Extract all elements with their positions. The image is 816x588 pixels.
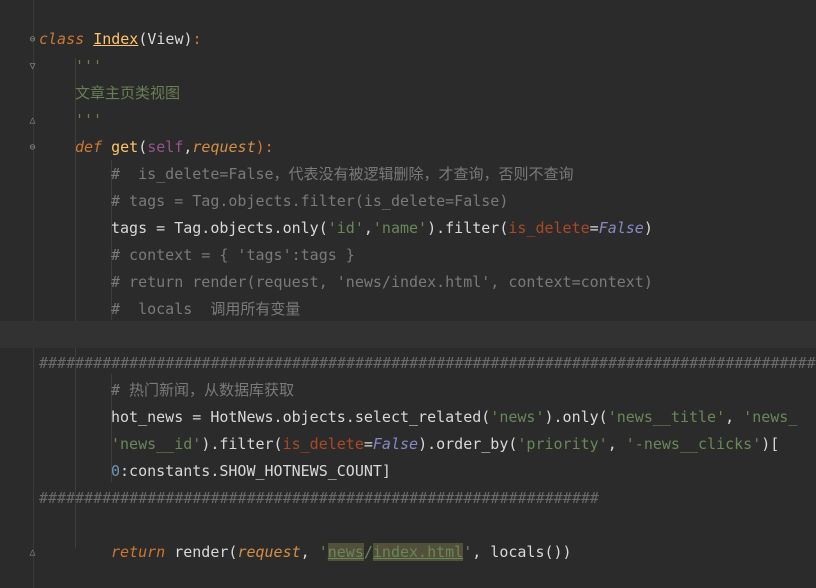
- string: 'news__title': [607, 408, 726, 426]
- code-text: :constants.SHOW_HOTNEWS_COUNT]: [120, 462, 391, 480]
- function-name: get: [111, 138, 139, 156]
- keyword: class: [39, 30, 85, 48]
- separator-comment[interactable]: ########################################…: [39, 350, 816, 377]
- request-arg: request: [237, 543, 301, 561]
- code-text: ,: [300, 543, 319, 561]
- code-text: render(: [165, 543, 238, 561]
- code-line[interactable]: hot_news = HotNews.objects.select_relate…: [111, 404, 816, 431]
- comment-line[interactable]: # locals 调用所有变量: [111, 296, 816, 323]
- code-text: ).filter(: [201, 435, 283, 453]
- code-line[interactable]: class Index(View):: [39, 26, 816, 53]
- fold-icon[interactable]: △: [27, 547, 38, 558]
- string: 'name': [372, 219, 428, 237]
- fold-icon[interactable]: ⊖: [27, 142, 38, 153]
- code-text: ).order_by(: [418, 435, 518, 453]
- comment-line[interactable]: # 热门新闻，从数据库获取: [111, 377, 816, 404]
- string: ': [463, 543, 473, 561]
- code-text: ).only(: [544, 408, 608, 426]
- separator-comment[interactable]: ########################################…: [39, 485, 816, 512]
- comment-line[interactable]: # return render(request, 'news/index.htm…: [111, 269, 816, 296]
- code-text: ).filter(: [427, 219, 509, 237]
- code-text: , locals()): [472, 543, 572, 561]
- docstring-line[interactable]: 文章主页类视图: [75, 80, 816, 107]
- false-literal: False: [372, 435, 419, 453]
- gutter-separator: [33, 0, 34, 588]
- false-literal: False: [598, 219, 644, 237]
- keyword: def: [75, 138, 103, 156]
- kwarg: is_delete: [282, 435, 364, 453]
- code-line[interactable]: tags = Tag.objects.only('id','name').fil…: [111, 215, 816, 242]
- code-text: =: [589, 219, 599, 237]
- comment-line[interactable]: # is_delete=False，代表没有被逻辑删除，才查询，否则不查询: [111, 161, 816, 188]
- code-text: (: [138, 138, 148, 156]
- fold-icon[interactable]: △: [27, 115, 38, 126]
- code-text: ,: [363, 219, 373, 237]
- fold-icon[interactable]: ⊖: [27, 34, 38, 45]
- keyword: return: [111, 543, 166, 561]
- code-text: ,: [607, 435, 626, 453]
- code-text: tags = Tag.objects.only(: [111, 219, 328, 237]
- code-text: hot_news = HotNews.objects.select_relate…: [111, 408, 491, 426]
- string-highlight: news: [327, 543, 364, 561]
- colon: :: [192, 30, 202, 48]
- comment-line[interactable]: # context = { 'tags':tags }: [111, 242, 816, 269]
- request-param: request: [192, 138, 256, 156]
- self-param: self: [147, 138, 184, 156]
- string: 'news_: [743, 408, 798, 426]
- string: /: [363, 543, 373, 561]
- number: 0: [111, 462, 121, 480]
- code-line[interactable]: 'news__id').filter(is_delete=False).orde…: [111, 431, 816, 458]
- code-line[interactable]: return render(request, 'news/index.html'…: [111, 539, 816, 566]
- string-highlight: index.html: [372, 543, 464, 561]
- string: 'news': [490, 408, 545, 426]
- docstring-line[interactable]: ''': [75, 53, 816, 80]
- class-name: Index: [93, 30, 139, 48]
- kwarg: is_delete: [508, 219, 590, 237]
- code-text: )[: [761, 435, 780, 453]
- code-text: =: [363, 435, 373, 453]
- current-line-highlight: [0, 321, 816, 348]
- string: '-news__clicks': [625, 435, 762, 453]
- string: 'news__id': [111, 435, 202, 453]
- code-text: ,: [725, 408, 744, 426]
- code-text: ):: [255, 138, 274, 156]
- fold-icon[interactable]: ▽: [27, 61, 38, 72]
- code-line[interactable]: def get(self,request):: [75, 134, 816, 161]
- code-text: ): [643, 219, 653, 237]
- string: ': [318, 543, 328, 561]
- code-line[interactable]: 0:constants.SHOW_HOTNEWS_COUNT]: [111, 458, 816, 485]
- docstring-line[interactable]: ''': [75, 107, 816, 134]
- code-text: (View): [138, 30, 193, 48]
- string: 'priority': [517, 435, 608, 453]
- comment-line[interactable]: # tags = Tag.objects.filter(is_delete=Fa…: [111, 188, 816, 215]
- string: 'id': [327, 219, 364, 237]
